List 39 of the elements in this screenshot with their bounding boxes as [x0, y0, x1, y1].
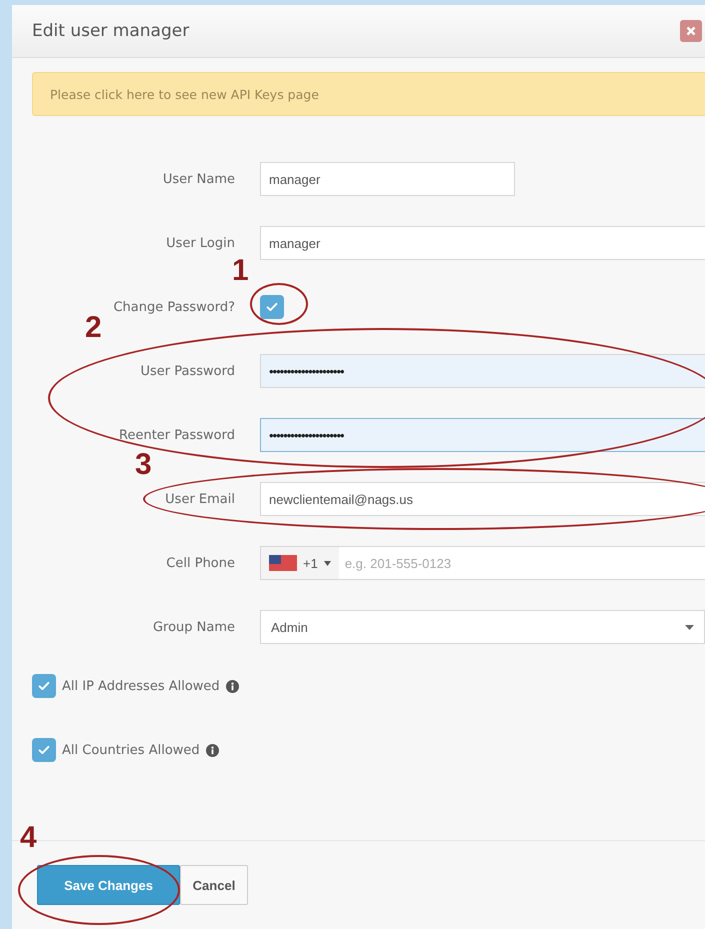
field-label: User Name: [162, 172, 235, 186]
group-select[interactable]: Admin: [260, 610, 705, 644]
info-icon: [206, 744, 219, 756]
field-label: Change Password?: [112, 300, 235, 314]
field-label: Reenter Password: [118, 428, 235, 442]
annotation-number: 4: [20, 823, 37, 853]
check-icon: [265, 300, 279, 314]
checkbox[interactable]: [260, 295, 284, 319]
country-code: +1: [303, 556, 318, 570]
field-label: Cell Phone: [165, 556, 235, 570]
annotation-number: 2: [85, 313, 102, 343]
annotation-number: 1: [232, 256, 249, 286]
dialog-title: Edit user manager: [32, 21, 190, 41]
field-label: User Login: [165, 236, 235, 250]
caret-icon: [324, 560, 331, 566]
close-icon: [686, 26, 696, 36]
check-icon: [37, 743, 51, 757]
flag-icon: [269, 555, 297, 571]
text-field[interactable]: manager: [260, 226, 705, 260]
password-field[interactable]: •••••••••••••••••••••: [260, 354, 705, 388]
info-icon: [226, 680, 239, 692]
text-field[interactable]: manager: [260, 162, 515, 196]
checkbox-label: All Countries Allowed: [62, 742, 200, 758]
check-icon: [37, 679, 51, 693]
cancel-button[interactable]: Cancel: [180, 865, 248, 905]
field-label: User Password: [140, 364, 235, 378]
caret-icon: [685, 624, 694, 630]
annotation-number: 3: [135, 450, 152, 480]
text-field[interactable]: newclientemail@nags.us: [260, 482, 705, 516]
close-button[interactable]: [680, 20, 702, 42]
phone-input[interactable]: e.g. 201-555-0123: [338, 556, 705, 570]
checkbox-label: All IP Addresses Allowed: [62, 678, 220, 694]
checkbox[interactable]: [32, 738, 56, 762]
checkbox[interactable]: [32, 674, 56, 698]
field-label: User Email: [164, 492, 235, 506]
password-field[interactable]: •••••••••••••••••••••: [260, 418, 705, 452]
phone-field[interactable]: +1 e.g. 201-555-0123: [260, 546, 705, 580]
annotation-ellipse: [250, 283, 308, 325]
field-label: Group Name: [152, 620, 235, 634]
